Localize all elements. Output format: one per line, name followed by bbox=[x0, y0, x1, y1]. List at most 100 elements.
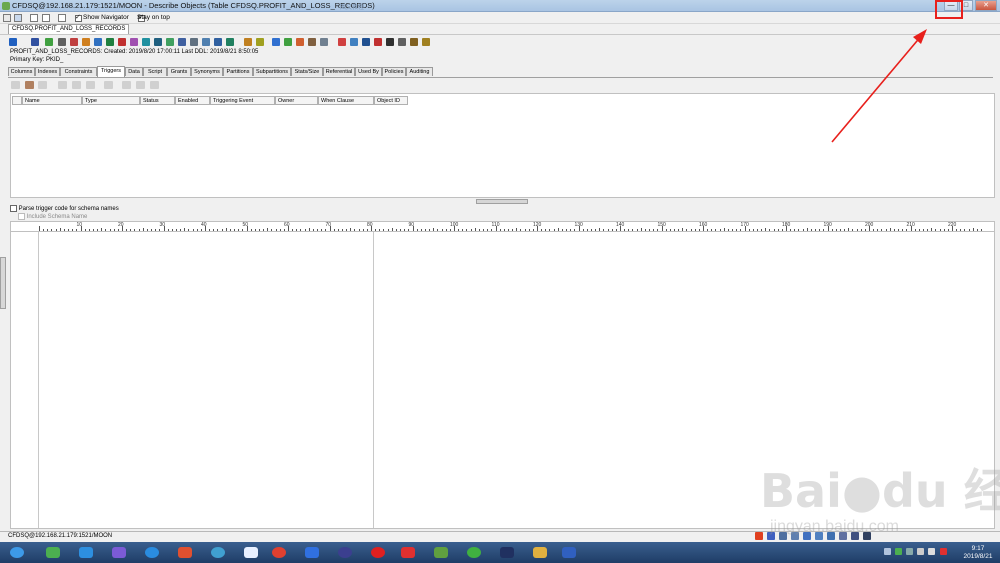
system-clock[interactable]: 9:17 2019/8/21 bbox=[958, 545, 998, 561]
tab-columns[interactable]: Columns bbox=[8, 67, 35, 76]
column-header-enabled[interactable]: Enabled bbox=[175, 96, 210, 105]
page-icon[interactable] bbox=[30, 14, 38, 22]
sequence-icon[interactable] bbox=[106, 38, 114, 46]
refresh-icon[interactable] bbox=[11, 81, 20, 89]
library-icon[interactable] bbox=[190, 38, 198, 46]
add-icon[interactable] bbox=[9, 38, 17, 46]
grid-icon[interactable] bbox=[94, 38, 102, 46]
disable-icon[interactable] bbox=[72, 81, 81, 89]
sigma-icon[interactable] bbox=[386, 38, 394, 46]
export-grid-icon[interactable] bbox=[150, 81, 159, 89]
tab-constraints[interactable]: Constraints bbox=[60, 67, 97, 76]
side-collapse-handle[interactable] bbox=[0, 257, 6, 309]
tab-indexes[interactable]: Indexes bbox=[35, 67, 60, 76]
tab-referential[interactable]: Referential bbox=[323, 67, 355, 76]
print-icon[interactable] bbox=[122, 81, 131, 89]
taskbar-app-explorer[interactable] bbox=[527, 544, 553, 561]
document-icon[interactable] bbox=[58, 14, 66, 22]
taskbar-app-eclipse[interactable] bbox=[332, 544, 358, 561]
document-tab[interactable]: CFDSQ.PROFIT_AND_LOSS_RECORDS bbox=[8, 24, 130, 34]
tab-synonyms[interactable]: Synonyms bbox=[191, 67, 223, 76]
trigger-icon[interactable] bbox=[166, 38, 174, 46]
taskbar-app-toad[interactable] bbox=[428, 544, 454, 561]
enable-icon[interactable] bbox=[58, 81, 67, 89]
tab-subpartitions[interactable]: Subpartitions bbox=[253, 67, 291, 76]
profile-icon[interactable] bbox=[256, 38, 264, 46]
user-icon[interactable] bbox=[296, 38, 304, 46]
tab-partitions[interactable]: Partitions bbox=[223, 67, 253, 76]
link-icon[interactable] bbox=[202, 38, 210, 46]
page-copy-icon[interactable] bbox=[42, 14, 50, 22]
formula-icon[interactable] bbox=[398, 38, 406, 46]
tray-app-icon[interactable] bbox=[895, 548, 902, 555]
triggers-grid[interactable]: Name Type Status Enabled Triggering Even… bbox=[10, 93, 995, 198]
table-icon[interactable] bbox=[45, 38, 53, 46]
save-icon[interactable] bbox=[14, 14, 22, 22]
splitter-handle[interactable] bbox=[476, 199, 528, 204]
column-header-owner[interactable]: Owner bbox=[275, 96, 318, 105]
column-header-triggering-event[interactable]: Triggering Event bbox=[210, 96, 275, 105]
taskbar-app-word[interactable] bbox=[556, 544, 582, 561]
tab-policies[interactable]: Policies bbox=[382, 67, 406, 76]
directory-icon[interactable] bbox=[272, 38, 280, 46]
taskbar-app-netease-music[interactable] bbox=[365, 544, 391, 561]
tab-triggers[interactable]: Triggers bbox=[97, 66, 125, 77]
role-icon[interactable] bbox=[308, 38, 316, 46]
tray-keyboard-icon[interactable] bbox=[906, 548, 913, 555]
chart-icon[interactable] bbox=[284, 38, 292, 46]
copy-icon[interactable] bbox=[136, 81, 145, 89]
tools-icon[interactable] bbox=[410, 38, 418, 46]
taskbar-app-wechat[interactable] bbox=[461, 544, 487, 561]
tab-script[interactable]: Script bbox=[143, 67, 167, 76]
export-icon[interactable] bbox=[338, 38, 346, 46]
procedure-icon[interactable] bbox=[142, 38, 150, 46]
synonym-icon[interactable] bbox=[118, 38, 126, 46]
tray-flag-icon[interactable] bbox=[940, 548, 947, 555]
tab-used-by[interactable]: Used By bbox=[355, 67, 382, 76]
tab-stats-size[interactable]: Stats/Size bbox=[291, 67, 323, 76]
tray-shield-icon[interactable] bbox=[917, 548, 924, 555]
taskbar-app-office[interactable] bbox=[172, 544, 198, 561]
view-icon[interactable] bbox=[82, 38, 90, 46]
settings-icon[interactable] bbox=[320, 38, 328, 46]
taskbar-app-vscode[interactable] bbox=[73, 544, 99, 561]
type-icon[interactable] bbox=[178, 38, 186, 46]
parse-trigger-checkbox[interactable] bbox=[10, 205, 17, 212]
schedule-icon[interactable] bbox=[244, 38, 252, 46]
start-button[interactable] bbox=[4, 544, 30, 561]
taskbar-app-ie[interactable] bbox=[139, 544, 165, 561]
taskbar-app-network[interactable] bbox=[205, 544, 231, 561]
wrench-icon[interactable] bbox=[422, 38, 430, 46]
taskbar-app-calc[interactable] bbox=[40, 544, 66, 561]
column-header-status[interactable]: Status bbox=[140, 96, 175, 105]
report-icon[interactable] bbox=[374, 38, 382, 46]
taskbar-app-feishu[interactable] bbox=[299, 544, 325, 561]
package-icon[interactable] bbox=[130, 38, 138, 46]
taskbar-app-cloud[interactable] bbox=[238, 544, 264, 561]
diamond-icon[interactable] bbox=[31, 38, 39, 46]
include-schema-checkbox[interactable] bbox=[18, 213, 25, 220]
taskbar-app-chrome[interactable] bbox=[266, 544, 292, 561]
taskbar-app-youdao[interactable] bbox=[395, 544, 421, 561]
edit-icon[interactable] bbox=[25, 81, 34, 89]
tray-chevron-icon[interactable] bbox=[884, 548, 891, 555]
monitor-icon[interactable] bbox=[362, 38, 370, 46]
sogou-icon[interactable] bbox=[755, 532, 763, 540]
drop-icon[interactable] bbox=[86, 81, 95, 89]
column-header-name[interactable]: Name bbox=[22, 96, 82, 105]
tab-data[interactable]: Data bbox=[125, 67, 143, 76]
column-header-when-clause[interactable]: When Clause bbox=[318, 96, 374, 105]
taskbar-app-db[interactable] bbox=[494, 544, 520, 561]
column-header-object-id[interactable]: Object ID bbox=[374, 96, 408, 105]
show-navigator-checkbox[interactable] bbox=[75, 13, 82, 22]
tab-auditing[interactable]: Auditing bbox=[406, 67, 433, 76]
job-icon[interactable] bbox=[226, 38, 234, 46]
import-icon[interactable] bbox=[350, 38, 358, 46]
compile-icon[interactable] bbox=[38, 81, 47, 89]
database-icon[interactable] bbox=[58, 38, 66, 46]
tab-grants[interactable]: Grants bbox=[167, 67, 191, 76]
object-icon[interactable] bbox=[70, 38, 78, 46]
filter-icon[interactable] bbox=[104, 81, 113, 89]
tray-network-icon[interactable] bbox=[928, 548, 935, 555]
column-header-type[interactable]: Type bbox=[82, 96, 140, 105]
